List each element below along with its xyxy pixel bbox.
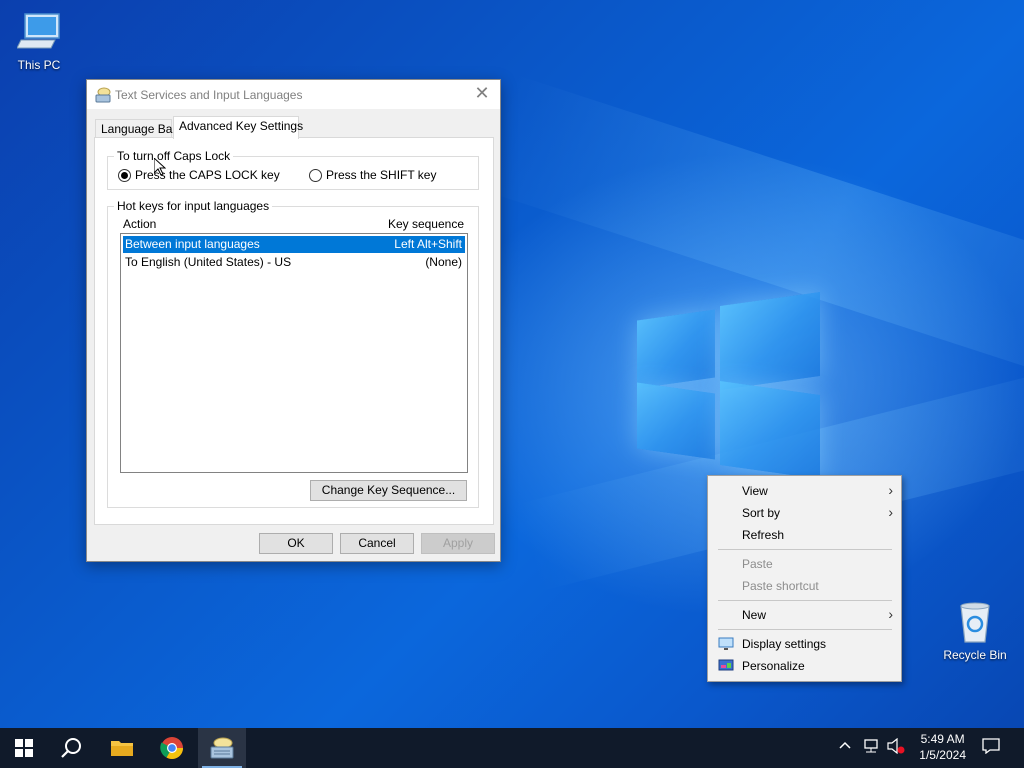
hotkeys-list[interactable]: Between input languages Left Alt+Shift T… bbox=[120, 233, 468, 473]
menu-item-new[interactable]: New › bbox=[708, 604, 901, 626]
recycle-bin-desktop-icon[interactable]: Recycle Bin bbox=[938, 600, 1012, 662]
show-hidden-icons-chevron-up-icon[interactable] bbox=[839, 738, 851, 753]
chevron-right-icon: › bbox=[888, 606, 893, 622]
display-icon bbox=[718, 637, 734, 650]
computer-icon bbox=[17, 13, 60, 49]
chevron-right-icon: › bbox=[888, 482, 893, 498]
menu-separator bbox=[718, 549, 892, 550]
list-item[interactable]: To English (United States) - US (None) bbox=[123, 254, 465, 271]
radio-label: Press the SHIFT key bbox=[326, 168, 437, 182]
search-icon bbox=[61, 738, 81, 758]
list-item[interactable]: Between input languages Left Alt+Shift bbox=[123, 236, 465, 253]
row-action: To English (United States) - US bbox=[125, 255, 292, 269]
file-explorer-button[interactable] bbox=[98, 728, 146, 768]
hotkeys-legend: Hot keys for input languages bbox=[114, 199, 273, 213]
radio-unselected-icon bbox=[309, 168, 322, 182]
menu-separator bbox=[718, 629, 892, 630]
ok-button[interactable]: OK bbox=[259, 533, 333, 554]
chrome-icon bbox=[160, 737, 183, 759]
change-key-sequence-button[interactable]: Change Key Sequence... bbox=[310, 480, 467, 501]
menu-item-refresh[interactable]: Refresh bbox=[708, 524, 901, 546]
network-icon[interactable] bbox=[862, 738, 880, 757]
start-icon bbox=[15, 739, 33, 757]
menu-label: Refresh bbox=[742, 528, 785, 542]
press-shift-radio[interactable]: Press the SHIFT key bbox=[309, 168, 436, 182]
row-keys: Left Alt+Shift bbox=[394, 237, 462, 251]
keyboard-app-icon bbox=[95, 87, 111, 103]
menu-item-paste[interactable]: Paste bbox=[708, 553, 901, 575]
recycle-bin-label: Recycle Bin bbox=[943, 648, 1007, 662]
menu-item-display-settings[interactable]: Display settings bbox=[708, 633, 901, 655]
personalize-icon bbox=[718, 659, 734, 671]
row-keys: (None) bbox=[425, 255, 462, 269]
mouse-pointer-icon bbox=[154, 158, 166, 176]
volume-muted-icon[interactable] bbox=[886, 737, 906, 757]
close-icon[interactable]: ✕ bbox=[472, 84, 492, 104]
dialog-title: Text Services and Input Languages bbox=[115, 88, 303, 102]
menu-label: Personalize bbox=[742, 659, 805, 673]
menu-label: View bbox=[742, 484, 768, 498]
radio-selected-icon bbox=[118, 168, 131, 182]
menu-separator bbox=[718, 600, 892, 601]
chevron-right-icon: › bbox=[888, 504, 893, 520]
tab-language-bar[interactable]: Language Bar bbox=[95, 119, 176, 139]
windows-logo-wallpaper bbox=[630, 285, 830, 485]
search-button[interactable] bbox=[48, 728, 96, 768]
dialog-titlebar[interactable]: Text Services and Input Languages ✕ bbox=[87, 80, 500, 109]
file-explorer-icon bbox=[111, 741, 133, 756]
menu-label: Paste bbox=[742, 557, 773, 571]
menu-label: New bbox=[742, 608, 767, 622]
desktop-context-menu: View › Sort by › Refresh Paste Paste sho… bbox=[707, 475, 902, 682]
clock-date: 1/5/2024 bbox=[919, 748, 966, 762]
column-header-key-sequence[interactable]: Key sequence bbox=[388, 217, 464, 231]
menu-item-personalize[interactable]: Personalize bbox=[708, 655, 901, 677]
tab-advanced-key-settings[interactable]: Advanced Key Settings bbox=[173, 116, 303, 139]
apply-button[interactable]: Apply bbox=[421, 533, 495, 554]
clock-time: 5:49 AM bbox=[920, 732, 965, 746]
system-clock[interactable]: 5:49 AM 1/5/2024 bbox=[919, 731, 966, 763]
recycle-bin-icon bbox=[960, 602, 990, 643]
action-center-icon[interactable] bbox=[982, 738, 1000, 757]
menu-item-view[interactable]: View › bbox=[708, 480, 901, 502]
menu-label: Sort by bbox=[742, 506, 781, 520]
caps-lock-legend: To turn off Caps Lock bbox=[114, 149, 234, 163]
advanced-key-settings-panel: To turn off Caps Lock Press the CAPS LOC… bbox=[94, 137, 494, 525]
text-services-taskbar-button[interactable] bbox=[198, 728, 246, 768]
chrome-button[interactable] bbox=[148, 728, 196, 768]
row-action: Between input languages bbox=[125, 237, 260, 251]
cancel-button[interactable]: Cancel bbox=[340, 533, 414, 554]
menu-label: Display settings bbox=[742, 637, 827, 651]
taskbar: 5:49 AM 1/5/2024 bbox=[0, 728, 1024, 768]
this-pc-desktop-icon[interactable]: This PC bbox=[2, 10, 76, 72]
menu-item-paste-shortcut[interactable]: Paste shortcut bbox=[708, 575, 901, 597]
text-services-dialog: Text Services and Input Languages ✕ Lang… bbox=[86, 79, 501, 562]
text-services-icon bbox=[210, 737, 234, 759]
this-pc-label: This PC bbox=[17, 58, 61, 72]
column-header-action[interactable]: Action bbox=[123, 217, 156, 231]
start-button[interactable] bbox=[0, 728, 48, 768]
menu-item-sort-by[interactable]: Sort by › bbox=[708, 502, 901, 524]
press-caps-lock-radio[interactable]: Press the CAPS LOCK key bbox=[118, 168, 280, 182]
menu-label: Paste shortcut bbox=[742, 579, 819, 593]
